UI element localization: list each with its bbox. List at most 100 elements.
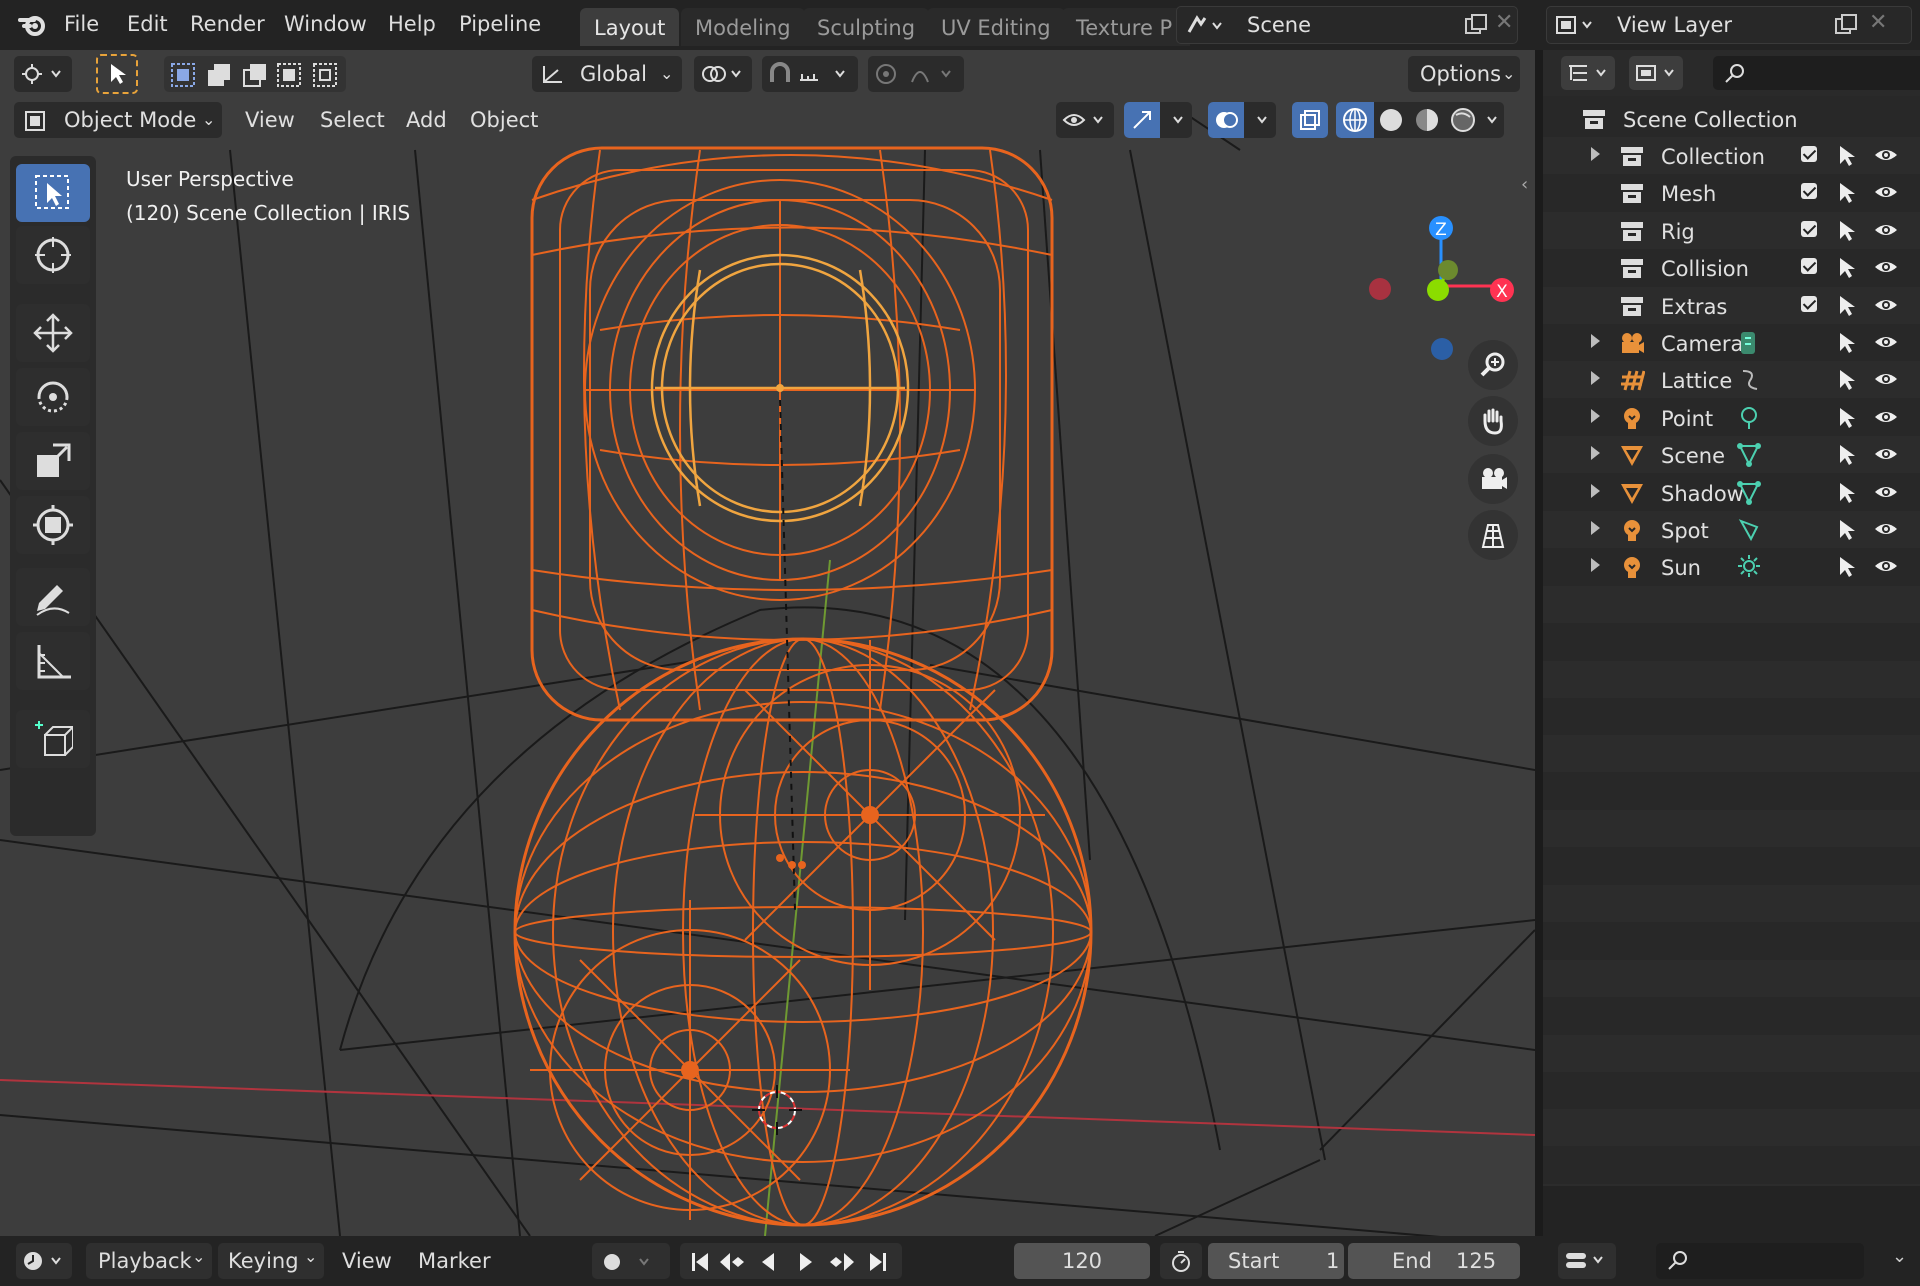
start-frame-field[interactable]: Start 1	[1208, 1243, 1344, 1279]
tab-sculpting[interactable]: Sculpting	[803, 8, 930, 46]
expand-triangle-icon[interactable]	[1591, 334, 1600, 348]
visibility-eye-icon[interactable]	[1873, 369, 1899, 389]
outliner-row-collection[interactable]: Collection	[1543, 137, 1920, 174]
visibility-eye-icon[interactable]	[1873, 407, 1899, 427]
preview-range-toggle[interactable]	[1160, 1243, 1202, 1279]
outliner-row-scene-collection[interactable]: Scene Collection	[1543, 100, 1920, 137]
outliner-search-input[interactable]	[1713, 56, 1920, 90]
tool-annotate[interactable]	[16, 568, 90, 626]
outliner-row-scene[interactable]: Scene	[1543, 436, 1920, 474]
properties-search-input[interactable]	[1656, 1243, 1864, 1279]
camera-data-icon[interactable]	[1737, 330, 1763, 356]
visibility-eye-icon[interactable]	[1873, 519, 1899, 539]
3d-viewport[interactable]: Global ⌄ Options ⌄ Object Mode ⌄ View Se…	[0, 50, 1535, 1236]
close-view-layer-icon[interactable]: ✕	[1869, 10, 1887, 35]
tab-uv-editing[interactable]: UV Editing	[927, 8, 1065, 46]
tool-add-cube[interactable]	[16, 710, 90, 768]
selectable-arrow-icon[interactable]	[1837, 219, 1859, 243]
gizmo-y-axis[interactable]	[1427, 279, 1449, 301]
tool-select-box[interactable]	[16, 164, 90, 222]
outliner-row-lattice[interactable]: Lattice	[1543, 361, 1920, 399]
blender-logo-icon[interactable]	[18, 10, 48, 40]
outliner-row-extras[interactable]: Extras	[1543, 286, 1920, 324]
viewport-menu-object[interactable]: Object	[470, 108, 538, 132]
navigation-gizmo[interactable]: Z X	[1360, 160, 1520, 370]
visibility-eye-icon[interactable]	[1873, 295, 1899, 315]
current-frame-field[interactable]: 120	[1014, 1243, 1150, 1279]
visibility-eye-icon[interactable]	[1873, 482, 1899, 502]
snapping-group[interactable]	[762, 56, 858, 92]
selectable-arrow-icon[interactable]	[1837, 331, 1859, 355]
transform-orientation-dropdown[interactable]: Global ⌄	[532, 56, 682, 92]
tool-rotate[interactable]	[16, 368, 90, 426]
pivot-point-dropdown[interactable]	[694, 56, 752, 92]
xray-toggle[interactable]	[1292, 102, 1328, 138]
menu-file[interactable]: File	[64, 12, 99, 36]
tool-transform[interactable]	[16, 496, 90, 554]
exclude-checkbox[interactable]	[1801, 183, 1817, 200]
area-divider[interactable]	[1535, 50, 1543, 1236]
visibility-eye-icon[interactable]	[1873, 556, 1899, 576]
exclude-checkbox[interactable]	[1801, 258, 1817, 275]
viewport-menu-select[interactable]: Select	[320, 108, 385, 132]
playback-menu[interactable]: Playback ⌄	[86, 1243, 212, 1279]
options-dropdown[interactable]: Options ⌄	[1408, 56, 1520, 92]
scene-name[interactable]: Scene	[1247, 13, 1311, 37]
outliner-row-shadow[interactable]: Shadow	[1543, 474, 1920, 511]
visibility-eye-icon[interactable]	[1873, 444, 1899, 464]
duplicate-scene-icon[interactable]	[1463, 13, 1489, 37]
selectable-arrow-icon[interactable]	[1837, 368, 1859, 392]
selectable-arrow-icon[interactable]	[1837, 181, 1859, 205]
outliner-row-mesh[interactable]: Mesh	[1543, 174, 1920, 211]
selection-mode-icons[interactable]	[170, 62, 344, 88]
editor-type-button[interactable]	[14, 56, 72, 92]
visibility-dropdown[interactable]	[1056, 102, 1114, 138]
properties-editor-type-button[interactable]	[1558, 1243, 1616, 1279]
exclude-checkbox[interactable]	[1801, 295, 1817, 312]
exclude-checkbox[interactable]	[1801, 146, 1817, 162]
menu-edit[interactable]: Edit	[127, 12, 168, 36]
perspective-toggle-button[interactable]	[1468, 510, 1518, 560]
mesh-data-icon[interactable]	[1737, 442, 1763, 468]
expand-triangle-icon[interactable]	[1591, 371, 1600, 386]
pan-button[interactable]	[1468, 396, 1518, 446]
selectable-arrow-icon[interactable]	[1837, 555, 1859, 579]
shading-mode-group[interactable]	[1336, 102, 1504, 138]
selectable-arrow-icon[interactable]	[1837, 406, 1859, 430]
tool-cursor[interactable]	[16, 226, 90, 284]
keying-menu[interactable]: Keying ⌄	[218, 1243, 324, 1279]
expand-triangle-icon[interactable]	[1591, 147, 1600, 161]
visibility-eye-icon[interactable]	[1873, 220, 1899, 240]
lattice-data-icon[interactable]	[1737, 367, 1763, 393]
visibility-eye-icon[interactable]	[1873, 182, 1899, 202]
visibility-eye-icon[interactable]	[1873, 332, 1899, 352]
viewport-menu-view[interactable]: View	[245, 108, 295, 132]
mesh-data-icon[interactable]	[1737, 480, 1763, 506]
tab-modeling[interactable]: Modeling	[681, 8, 805, 46]
scene-selector[interactable]: Scene ✕	[1176, 6, 1518, 44]
outliner-row-rig[interactable]: Rig	[1543, 211, 1920, 249]
tool-move[interactable]	[16, 304, 90, 362]
outliner-row-spot[interactable]: Spot	[1543, 511, 1920, 548]
tab-texture-paint[interactable]: Texture P	[1062, 8, 1190, 46]
tool-measure[interactable]	[16, 632, 90, 690]
visibility-eye-icon[interactable]	[1873, 257, 1899, 277]
view-layer-name[interactable]: View Layer	[1617, 13, 1732, 37]
tool-scale[interactable]	[16, 432, 90, 490]
selectable-arrow-icon[interactable]	[1837, 144, 1859, 168]
close-scene-icon[interactable]: ✕	[1495, 10, 1513, 35]
gizmo-toggle[interactable]	[1124, 102, 1192, 138]
display-mode-button[interactable]	[1629, 56, 1683, 90]
exclude-checkbox[interactable]	[1801, 220, 1817, 237]
outliner-row-point[interactable]: Point	[1543, 399, 1920, 436]
menu-pipeline[interactable]: Pipeline	[459, 12, 541, 36]
point-light-icon[interactable]	[1737, 405, 1763, 431]
overlays-toggle[interactable]	[1208, 102, 1276, 138]
expand-triangle-icon[interactable]	[1591, 408, 1600, 423]
expand-triangle-icon[interactable]	[1591, 483, 1600, 498]
expand-triangle-icon[interactable]	[1591, 558, 1600, 573]
selectable-arrow-icon[interactable]	[1837, 481, 1859, 505]
auto-keying-toggle[interactable]	[592, 1243, 670, 1279]
playback-buttons[interactable]	[686, 1249, 898, 1275]
zoom-button[interactable]	[1468, 340, 1518, 390]
